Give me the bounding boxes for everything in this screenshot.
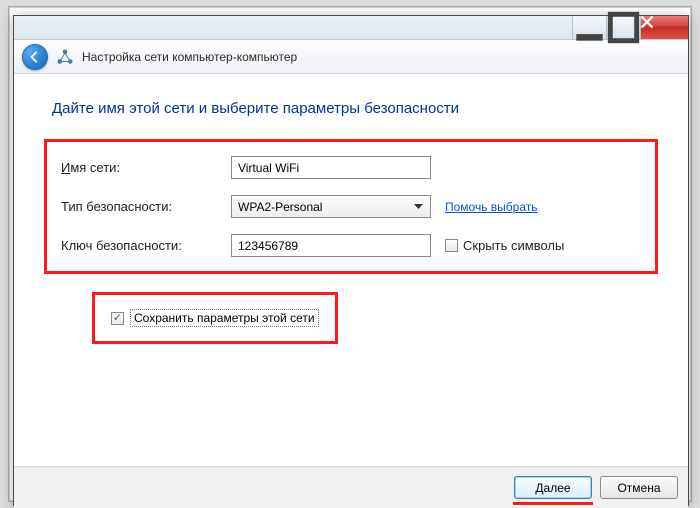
row-security-key: Ключ безопасности: Скрыть символы: [61, 234, 641, 257]
window-title: Настройка сети компьютер-компьютер: [82, 50, 297, 64]
hide-characters-label: Скрыть символы: [463, 238, 564, 253]
security-type-value: WPA2-Personal: [238, 200, 322, 214]
security-type-label: Тип безопасности:: [61, 199, 231, 214]
row-network-name: Имя сети:: [61, 156, 641, 179]
wizard-window: Настройка сети компьютер-компьютер Дайте…: [13, 15, 689, 506]
header-bar: Настройка сети компьютер-компьютер: [14, 40, 688, 74]
security-type-select[interactable]: WPA2-Personal: [231, 195, 431, 218]
network-name-input[interactable]: [231, 156, 431, 179]
wizard-body: Дайте имя этой сети и выберите параметры…: [14, 74, 688, 466]
minimize-button[interactable]: [572, 16, 606, 39]
hide-characters-checkbox[interactable]: Скрыть символы: [445, 238, 564, 253]
checkbox-icon: [445, 239, 458, 252]
save-params-highlight: Сохранить параметры этой сети: [92, 292, 338, 344]
next-button[interactable]: Далее: [514, 476, 592, 499]
row-security-type: Тип безопасности: WPA2-Personal Помочь в…: [61, 195, 641, 218]
close-button[interactable]: [640, 16, 688, 39]
footer-bar: Далее Отмена: [14, 466, 688, 508]
save-params-checkbox[interactable]: [111, 312, 124, 325]
back-button[interactable]: [22, 44, 48, 70]
maximize-button[interactable]: [606, 16, 640, 39]
save-params-label: Сохранить параметры этой сети: [130, 309, 319, 327]
chevron-down-icon: [410, 198, 427, 215]
page-heading: Дайте имя этой сети и выберите параметры…: [52, 100, 658, 117]
network-icon: [56, 48, 74, 66]
cancel-button[interactable]: Отмена: [600, 476, 678, 499]
titlebar: [14, 16, 688, 40]
network-name-label: Имя сети:: [61, 160, 231, 175]
form-highlight: Имя сети: Тип безопасности: WPA2-Persona…: [44, 139, 658, 274]
help-choose-link[interactable]: Помочь выбрать: [445, 200, 538, 214]
security-key-label: Ключ безопасности:: [61, 238, 231, 253]
security-key-input[interactable]: [231, 234, 431, 257]
